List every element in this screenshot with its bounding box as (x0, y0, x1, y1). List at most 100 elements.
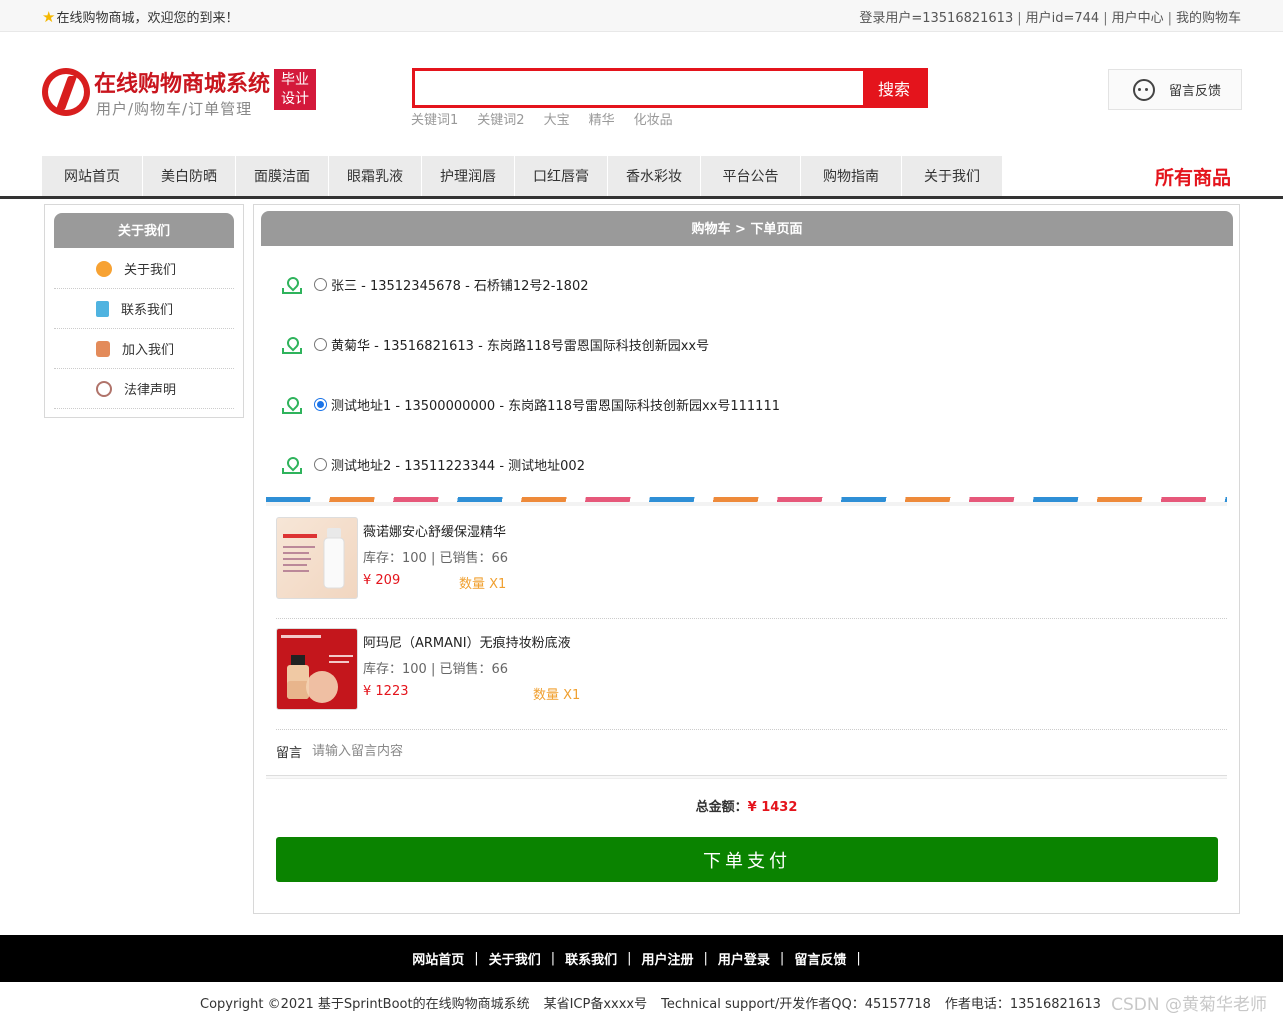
message-row: 留言 (276, 742, 713, 761)
welcome-label: 在线购物商城，欢迎您的到来！ (56, 11, 239, 26)
search-bar: 搜索 (412, 68, 928, 108)
total-label: 总金额： (695, 800, 748, 815)
product-stock: 库存：100 | 已销售：66 (363, 551, 508, 566)
footer-link-login[interactable]: 用户登录 (718, 949, 770, 968)
nav-item-lipstick[interactable]: 口红唇膏 (515, 156, 608, 196)
search-input[interactable] (415, 71, 863, 105)
feedback-button[interactable]: 留言反馈 (1108, 69, 1242, 110)
location-pin-icon (282, 337, 302, 354)
serum-bottle-image (283, 528, 345, 589)
lock-icon (96, 340, 110, 357)
nav-item-guide[interactable]: 购物指南 (801, 156, 902, 196)
user-center-link[interactable]: 用户中心 (1112, 11, 1164, 26)
product-price: ¥ 1223 (363, 684, 409, 699)
keyword-link[interactable]: 大宝 (544, 109, 570, 128)
main-nav: 网站首页 美白防晒 面膜洁面 眼霜乳液 护理润唇 口红唇膏 香水彩妆 平台公告 … (42, 156, 1003, 196)
total-amount: ¥ 1432 (747, 800, 798, 815)
badge-line-2: 设计 (281, 91, 309, 107)
product-name[interactable]: 阿玛尼（ARMANI）无痕持妆粉底液 (363, 632, 571, 651)
sidebar-item-label: 加入我们 (122, 343, 175, 358)
keyword-link[interactable]: 化妆品 (634, 109, 673, 128)
welcome-text: ★ 在线购物商城，欢迎您的到来！ (42, 7, 239, 27)
login-user-info: 登录用户=13516821613 (859, 11, 1014, 26)
search-button[interactable]: 搜索 (863, 71, 925, 105)
sidebar-title: 关于我们 (54, 213, 234, 248)
footer-link-about[interactable]: 关于我们 (489, 949, 541, 968)
user-id-info: 用户id=744 (1025, 11, 1100, 26)
message-divider (266, 775, 1227, 779)
nav-item-mask[interactable]: 面膜洁面 (236, 156, 329, 196)
copyright-text: Copyright ©2021 基于SprintBoot的在线购物商城系统 (200, 997, 530, 1012)
footer-link-home[interactable]: 网站首页 (412, 949, 464, 968)
nav-item-eye-cream[interactable]: 眼霜乳液 (329, 156, 422, 196)
user-links: 登录用户=13516821613 | 用户id=744 | 用户中心 | 我的购物车 (859, 11, 1241, 26)
foundation-bottle-image (281, 635, 353, 703)
nav-item-about[interactable]: 关于我们 (902, 156, 1003, 196)
logo-mark-icon (42, 68, 90, 116)
product-price: ¥ 209 (363, 573, 401, 588)
nav-item-perfume[interactable]: 香水彩妆 (608, 156, 701, 196)
top-bar: ★ 在线购物商城，欢迎您的到来！ 登录用户=13516821613 | 用户id=7… (0, 0, 1283, 32)
nav-item-whitening[interactable]: 美白防晒 (143, 156, 236, 196)
product-name[interactable]: 薇诺娜安心舒缓保湿精华 (363, 521, 506, 540)
footer-link-contact[interactable]: 联系我们 (565, 949, 617, 968)
star-icon: ★ (42, 7, 56, 26)
address-text: 测试地址1 - 13500000000 - 东岗路118号雷恩国际科技创新园xx… (331, 399, 780, 414)
product-stock: 库存：100 | 已销售：66 (363, 662, 508, 677)
address-option[interactable]: 测试地址1 - 13500000000 - 东岗路118号雷恩国际科技创新园xx… (282, 395, 780, 414)
message-label: 留言 (276, 746, 303, 761)
logo-title: 在线购物商城系统 (94, 72, 271, 97)
copyright-bar: Copyright ©2021 基于SprintBoot的在线购物商城系统 某省… (200, 993, 1101, 1012)
address-radio[interactable] (314, 458, 327, 471)
badge-line-1: 毕业 (281, 72, 309, 88)
csdn-watermark: CSDN @黄菊华老师 (1111, 995, 1267, 1015)
sidebar-item-about[interactable]: 关于我们 (54, 249, 234, 289)
footer-link-register[interactable]: 用户注册 (642, 949, 694, 968)
address-radio[interactable] (314, 278, 327, 291)
product-quantity: 数量 X1 (533, 688, 581, 703)
keyword-link[interactable]: 精华 (589, 109, 615, 128)
sidebar-item-contact[interactable]: 联系我们 (54, 289, 234, 329)
site-logo[interactable]: 在线购物商城系统 用户/购物车/订单管理 毕业 设计 (42, 66, 317, 118)
all-goods-link[interactable]: 所有商品 (1155, 163, 1231, 190)
panel-title: 购物车 > 下单页面 (261, 211, 1233, 246)
nav-item-home[interactable]: 网站首页 (42, 156, 143, 196)
sidebar-item-label: 法律声明 (124, 383, 177, 398)
sidebar-item-label: 联系我们 (121, 303, 174, 318)
sidebar-item-legal[interactable]: 法律声明 (54, 369, 234, 409)
logo-subtitle: 用户/购物车/订单管理 (96, 100, 253, 118)
place-order-button[interactable]: 下单支付 (276, 837, 1218, 882)
product-row: 薇诺娜安心舒缓保湿精华 库存：100 | 已销售：66 ¥ 209 数量 X1 (276, 508, 1227, 619)
nav-divider (0, 196, 1283, 199)
product-image[interactable] (276, 628, 358, 710)
nav-item-notice[interactable]: 平台公告 (701, 156, 801, 196)
product-row: 阿玛尼（ARMANI）无痕持妆粉底液 库存：100 | 已销售：66 ¥ 122… (276, 619, 1227, 730)
support-text: Technical support/开发作者QQ：45157718 (661, 997, 931, 1012)
address-radio[interactable] (314, 338, 327, 351)
address-text: 黄菊华 - 13516821613 - 东岗路118号雷恩国际科技创新园xx号 (331, 339, 710, 354)
address-option[interactable]: 张三 - 13512345678 - 石桥铺12号2-1802 (282, 275, 588, 294)
order-panel: 购物车 > 下单页面 张三 - 13512345678 - 石桥铺12号2-18… (253, 204, 1240, 914)
footer-nav: 网站首页 | 关于我们 | 联系我们 | 用户注册 | 用户登录 | 留言反馈 | (0, 935, 1283, 982)
address-radio-selected[interactable] (314, 398, 327, 411)
keyword-link[interactable]: 关键词2 (477, 109, 524, 128)
keyword-link[interactable]: 关键词1 (411, 109, 458, 128)
location-pin-icon (282, 397, 302, 414)
logo-badge: 毕业 设计 (274, 69, 316, 110)
nav-item-lip-care[interactable]: 护理润唇 (422, 156, 515, 196)
product-image[interactable] (276, 517, 358, 599)
clipboard-icon (96, 300, 109, 317)
order-total: 总金额：¥ 1432 (254, 796, 1239, 815)
address-text: 测试地址2 - 13511223344 - 测试地址002 (331, 459, 585, 474)
address-option[interactable]: 测试地址2 - 13511223344 - 测试地址002 (282, 455, 585, 474)
address-text: 张三 - 13512345678 - 石桥铺12号2-1802 (331, 279, 589, 294)
address-option[interactable]: 黄菊华 - 13516821613 - 东岗路118号雷恩国际科技创新园xx号 (282, 335, 709, 354)
footer-link-feedback[interactable]: 留言反馈 (794, 949, 846, 968)
message-input[interactable] (312, 742, 713, 761)
my-cart-link[interactable]: 我的购物车 (1176, 11, 1241, 26)
phone-text: 作者电话：13516821613 (944, 997, 1101, 1012)
sidebar-item-join[interactable]: 加入我们 (54, 329, 234, 369)
location-pin-icon (282, 277, 302, 294)
customer-service-icon (1133, 78, 1155, 101)
power-icon (96, 380, 112, 397)
